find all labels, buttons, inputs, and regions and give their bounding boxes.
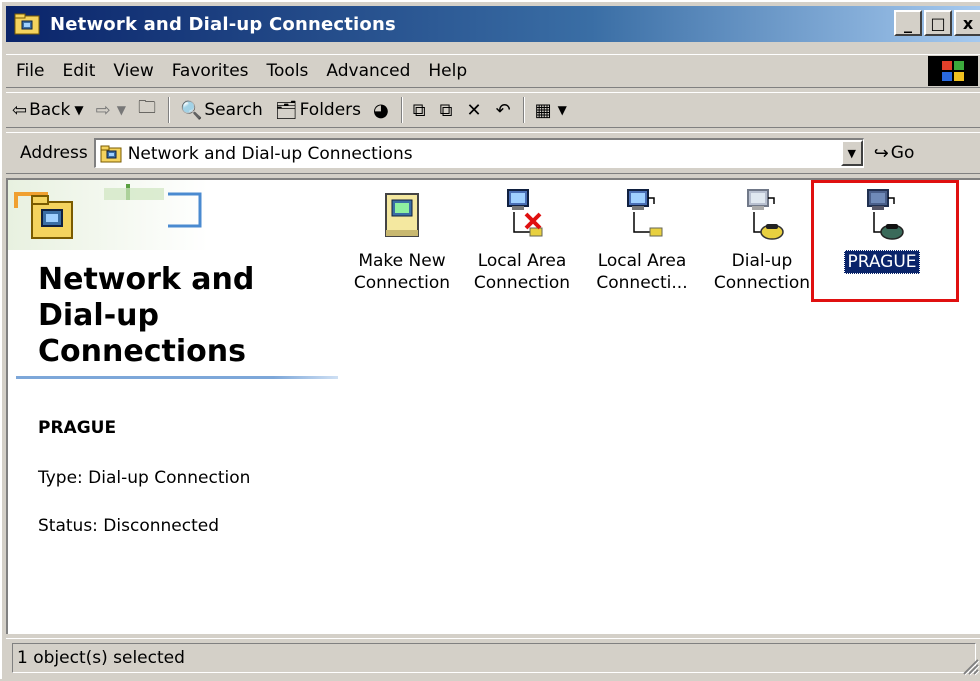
menu-favorites[interactable]: Favorites [163, 61, 258, 81]
icon-label: Local Area Connection [474, 250, 570, 294]
icon-label-line2: Connection [353, 273, 451, 293]
address-label: Address [20, 143, 88, 163]
icon-local-area-connection-1[interactable]: Local Area Connection [460, 180, 584, 300]
close-button[interactable]: x [954, 10, 980, 36]
icon-label-line2: Connection [473, 273, 571, 293]
go-arrow-icon: ↪ [873, 142, 889, 164]
search-icon: 🔍 [179, 99, 203, 121]
window-controls: _ □ x [894, 10, 980, 36]
folders-button[interactable]: 🗂 Folders [269, 95, 367, 125]
dialup-connection-icon [740, 188, 784, 244]
status-bar: 1 object(s) selected [6, 638, 980, 678]
forward-button[interactable]: ⇨ ▼ [90, 95, 132, 125]
panel-divider [16, 376, 338, 379]
forward-arrow-icon: ⇨ [95, 99, 111, 121]
history-button[interactable]: ◕ [367, 95, 397, 125]
selected-item-name: PRAGUE [38, 418, 117, 438]
icon-label-line1: Local Area [597, 251, 687, 271]
back-arrow-icon: ⇦ [12, 99, 28, 121]
go-button[interactable]: ↪ Go [874, 143, 915, 164]
address-value: Network and Dial-up Connections [127, 143, 413, 164]
window-title: Network and Dial-up Connections [50, 13, 396, 35]
undo-icon: ↶ [495, 99, 511, 121]
menu-tools[interactable]: Tools [258, 61, 318, 81]
back-button[interactable]: ⇦ Back ▼ [6, 95, 90, 125]
address-bar: Address Network and Dial-up Connections … [6, 132, 980, 174]
menu-view[interactable]: View [104, 61, 162, 81]
copy-to-button[interactable]: ⧉ [434, 95, 461, 125]
toolbar-separator [167, 97, 170, 123]
panel-banner-graphic [8, 180, 338, 270]
go-label: Go [890, 143, 915, 163]
copy-to-icon: ⧉ [439, 99, 453, 121]
back-label: Back [29, 100, 71, 120]
icon-make-new-connection[interactable]: Make New Connection [340, 180, 464, 300]
icon-label-line1: Local Area [477, 251, 567, 271]
icon-label: Dial-up Connection [714, 250, 810, 294]
menu-advanced[interactable]: Advanced [317, 61, 419, 81]
lan-connection-icon [620, 188, 664, 244]
undo-button[interactable]: ↶ [490, 95, 519, 125]
resize-grip-icon[interactable] [958, 654, 980, 676]
folders-label: Folders [299, 100, 362, 120]
selection-highlight-box [811, 180, 959, 302]
minimize-button[interactable]: _ [894, 10, 922, 36]
folders-icon: 🗂 [274, 99, 298, 121]
address-dropdown-button[interactable]: ▼ [840, 140, 863, 166]
menu-file[interactable]: File [6, 61, 53, 81]
selected-item-status: Status: Disconnected [38, 516, 219, 536]
icon-local-area-connection-2[interactable]: Local Area Connecti... [580, 180, 704, 300]
network-folder-icon [100, 145, 122, 163]
icon-label: Make New Connection [354, 250, 450, 294]
menu-help[interactable]: Help [419, 61, 476, 81]
delete-button[interactable]: ✕ [460, 95, 489, 125]
lan-disconnected-icon [500, 188, 544, 244]
forward-dropdown-icon[interactable]: ▼ [117, 103, 126, 117]
toolbar-separator [400, 97, 403, 123]
toolbar-separator [522, 97, 525, 123]
history-icon: ◕ [373, 99, 389, 121]
address-field[interactable]: Network and Dial-up Connections ▼ [93, 138, 864, 168]
up-folder-button[interactable]: 🗀 [132, 95, 164, 125]
network-folder-icon [14, 13, 40, 35]
make-new-connection-icon [380, 188, 424, 244]
menu-edit[interactable]: Edit [53, 61, 104, 81]
move-to-icon: ⧉ [412, 99, 426, 121]
delete-icon: ✕ [466, 99, 482, 121]
title-bar[interactable]: Network and Dial-up Connections _ □ x [6, 6, 980, 42]
standard-toolbar: ⇦ Back ▼ ⇨ ▼ 🗀 🔍 Search 🗂 Folders ◕ ⧉ ⧉ [6, 92, 980, 128]
selected-item-type: Type: Dial-up Connection [38, 468, 251, 488]
up-folder-icon: 🗀 [137, 97, 156, 118]
icon-label-line1: Make New [358, 251, 446, 271]
menu-bar: File Edit View Favorites Tools Advanced … [6, 54, 980, 88]
explorer-window: Network and Dial-up Connections _ □ x Fi… [0, 0, 980, 679]
web-view-panel: Network and Dial-up Connections PRAGUE T… [8, 180, 338, 636]
back-dropdown-icon[interactable]: ▼ [74, 103, 83, 117]
icon-label-line1: Dial-up [731, 251, 793, 271]
icon-label-line2: Connecti... [596, 273, 688, 293]
icon-dialup-connection[interactable]: Dial-up Connection [700, 180, 824, 300]
status-text: 1 object(s) selected [12, 643, 976, 673]
icon-label-line2: Connection [713, 273, 811, 293]
panel-heading: Network and Dial-up Connections [38, 262, 255, 369]
maximize-button[interactable]: □ [924, 10, 952, 36]
icon-label: Local Area Connecti... [596, 250, 687, 294]
windows-logo-icon [928, 56, 978, 86]
views-dropdown-icon[interactable]: ▼ [558, 103, 567, 117]
search-label: Search [204, 100, 263, 120]
views-icon: ▦ [534, 99, 552, 121]
search-button[interactable]: 🔍 Search [174, 95, 269, 125]
views-button[interactable]: ▦ ▼ [529, 95, 573, 125]
content-pane: Network and Dial-up Connections PRAGUE T… [6, 178, 980, 634]
move-to-button[interactable]: ⧉ [407, 95, 434, 125]
